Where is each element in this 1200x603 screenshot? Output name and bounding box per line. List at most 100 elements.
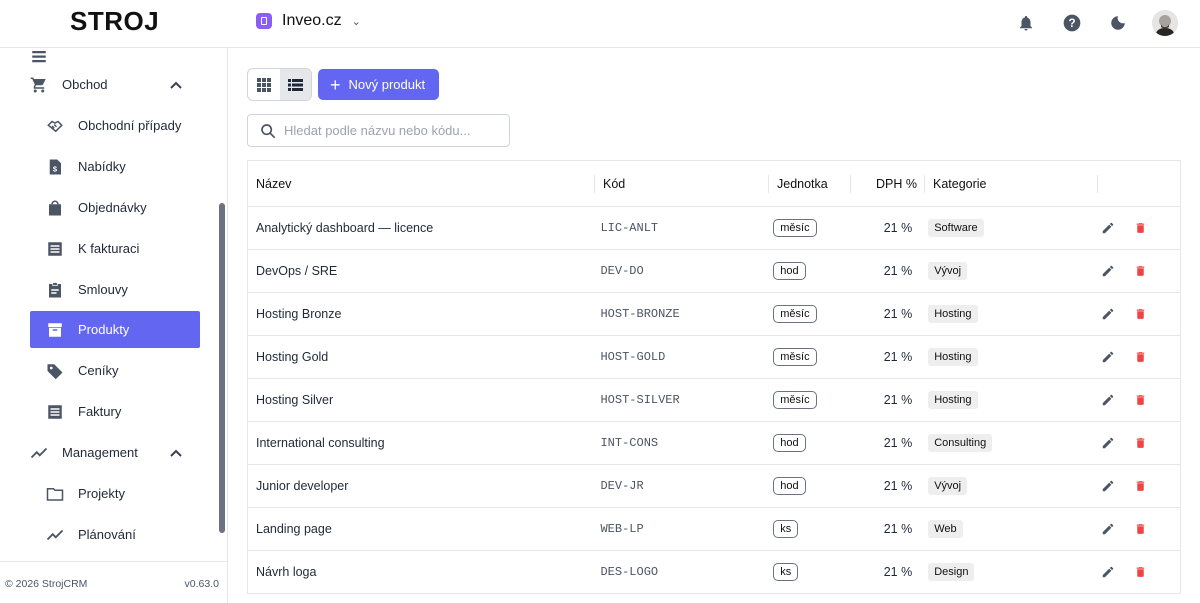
trend-icon <box>30 444 48 462</box>
sidebar-item-smlouvy[interactable]: Smlouvy <box>30 271 200 308</box>
tag-icon <box>46 362 64 380</box>
column-header-code[interactable]: Kód <box>595 161 769 206</box>
sidebar-item-faktury[interactable]: Faktury <box>30 393 200 430</box>
delete-icon[interactable] <box>1132 349 1148 365</box>
edit-icon[interactable] <box>1100 349 1116 365</box>
list-icon <box>46 240 64 258</box>
main-content: + Nový produkt Název Kód Jednotka DPH % … <box>228 48 1200 603</box>
product-code: INT-CONS <box>600 436 659 450</box>
product-code: DES-LOGO <box>600 565 659 579</box>
app-logo[interactable]: STROJ <box>70 6 159 37</box>
top-bar: STROJ Inveo.cz ⌄ ? <box>0 0 1200 48</box>
org-switcher[interactable]: Inveo.cz ⌄ <box>256 12 361 30</box>
table-row[interactable]: Analytický dashboard — licence LIC-ANLT mě… <box>248 207 1180 250</box>
search-input[interactable] <box>284 123 504 138</box>
sidebar-item-nabidky[interactable]: $ Nabídky <box>30 148 200 185</box>
delete-icon[interactable] <box>1132 435 1148 451</box>
sidebar-item-projekty[interactable]: Projekty <box>30 475 200 512</box>
column-header-unit[interactable]: Jednotka <box>769 161 851 206</box>
list-view-button[interactable] <box>279 69 311 100</box>
delete-icon[interactable] <box>1132 392 1148 408</box>
unit-chip: hod <box>773 434 806 452</box>
vat-cell: 21 % <box>883 565 913 579</box>
table-row[interactable]: Hosting Silver HOST-SILVER měsíc 21 % Hostin… <box>248 379 1180 422</box>
category-chip: Web <box>928 520 963 538</box>
edit-icon[interactable] <box>1100 521 1116 537</box>
sidebar-item-obchodni-pripady[interactable]: Obchodní případy <box>30 107 200 144</box>
table-row[interactable]: Návrh loga DES-LOGO ks 21 % Design <box>248 551 1180 594</box>
delete-icon[interactable] <box>1132 564 1148 580</box>
avatar[interactable] <box>1152 10 1178 36</box>
product-code: LIC-ANLT <box>600 221 659 235</box>
new-product-button[interactable]: + Nový produkt <box>318 69 439 100</box>
product-code: HOST-BRONZE <box>600 307 680 321</box>
vat-cell: 21 % <box>883 221 913 235</box>
dark-mode-icon[interactable] <box>1106 11 1130 35</box>
product-name: International consulting <box>256 436 385 450</box>
org-badge-icon <box>256 13 272 29</box>
unit-chip: hod <box>773 477 806 495</box>
unit-chip: hod <box>773 262 806 280</box>
sidebar-section-obchod[interactable]: Obchod <box>30 66 200 103</box>
products-table: Název Kód Jednotka DPH % Kategorie Analy… <box>247 160 1181 594</box>
category-chip: Design <box>928 563 975 581</box>
table-row[interactable]: International consulting INT-CONS hod 21 % C… <box>248 422 1180 465</box>
category-chip: Hosting <box>928 305 978 323</box>
category-chip: Hosting <box>928 348 978 366</box>
product-name: DevOps / SRE <box>256 264 338 278</box>
table-row[interactable]: Hosting Gold HOST-GOLD měsíc 21 % Hosting <box>248 336 1180 379</box>
delete-icon[interactable] <box>1132 220 1148 236</box>
edit-icon[interactable] <box>1100 435 1116 451</box>
sidebar-item-objednavky[interactable]: Objednávky <box>30 189 200 226</box>
column-header-actions <box>1098 161 1180 206</box>
table-row[interactable]: DevOps / SRE DEV-DO hod 21 % Vývoj <box>248 250 1180 293</box>
delete-icon[interactable] <box>1132 306 1148 322</box>
category-chip: Vývoj <box>928 262 968 280</box>
help-icon[interactable]: ? <box>1060 11 1084 35</box>
table-row[interactable]: Landing page WEB-LP ks 21 % Web <box>248 508 1180 551</box>
sidebar-item-planovani[interactable]: Plánování <box>30 516 200 553</box>
column-header-category[interactable]: Kategorie <box>925 161 1098 206</box>
plus-icon: + <box>330 74 341 95</box>
actions-cell <box>1092 465 1180 507</box>
list-icon <box>30 48 48 66</box>
category-cell: Design <box>920 551 1092 593</box>
column-header-name[interactable]: Název <box>248 161 595 206</box>
sidebar-item-k-fakturaci[interactable]: K fakturaci <box>30 230 200 267</box>
edit-icon[interactable] <box>1100 306 1116 322</box>
category-cell: Vývoj <box>920 250 1092 292</box>
edit-icon[interactable] <box>1100 392 1116 408</box>
document-dollar-icon: $ <box>46 158 64 176</box>
edit-icon[interactable] <box>1100 220 1116 236</box>
delete-icon[interactable] <box>1132 521 1148 537</box>
table-header-row: Název Kód Jednotka DPH % Kategorie <box>248 161 1180 207</box>
sidebar-scrollbar[interactable] <box>219 203 225 533</box>
edit-icon[interactable] <box>1100 478 1116 494</box>
table-row[interactable]: Hosting Bronze HOST-BRONZE měsíc 21 % Hostin… <box>248 293 1180 336</box>
unit-chip: měsíc <box>773 348 817 366</box>
grid-view-button[interactable] <box>248 69 280 100</box>
actions-cell <box>1092 379 1180 421</box>
unit-cell: měsíc <box>765 379 846 421</box>
vat-cell: 21 % <box>883 350 913 364</box>
unit-cell: měsíc <box>765 293 846 335</box>
sidebar-section-management[interactable]: Management <box>30 434 200 471</box>
actions-cell <box>1092 207 1180 249</box>
delete-icon[interactable] <box>1132 478 1148 494</box>
delete-icon[interactable] <box>1132 263 1148 279</box>
bell-icon[interactable] <box>1014 11 1038 35</box>
sidebar-item-produkty[interactable]: Produkty <box>30 311 200 348</box>
table-row[interactable]: Junior developer DEV-JR hod 21 % Vývoj <box>248 465 1180 508</box>
product-name: Hosting Bronze <box>256 307 342 321</box>
unit-cell: hod <box>765 465 846 507</box>
edit-icon[interactable] <box>1100 564 1116 580</box>
category-cell: Vývoj <box>920 465 1092 507</box>
column-header-vat[interactable]: DPH % <box>851 161 925 206</box>
edit-icon[interactable] <box>1100 263 1116 279</box>
category-chip: Consulting <box>928 434 993 452</box>
sidebar-item-ceniky[interactable]: Ceníky <box>30 352 200 389</box>
unit-chip: měsíc <box>773 305 817 323</box>
unit-cell: měsíc <box>765 207 846 249</box>
sidebar-section-label: Obchod <box>62 77 108 92</box>
product-code: HOST-GOLD <box>600 350 666 364</box>
